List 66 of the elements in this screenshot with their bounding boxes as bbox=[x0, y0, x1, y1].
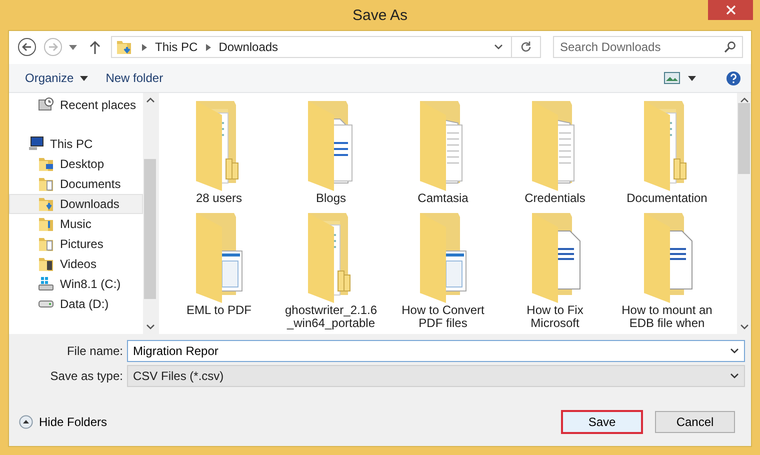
breadcrumb[interactable]: This PC bbox=[155, 40, 198, 54]
drive-icon bbox=[38, 300, 54, 308]
folder-name: Blogs bbox=[314, 192, 348, 205]
view-icon[interactable] bbox=[664, 72, 680, 84]
scroll-down-icon[interactable] bbox=[146, 324, 154, 330]
field-label: File name: bbox=[66, 344, 123, 358]
address-bar[interactable]: This PC Downloads bbox=[111, 36, 541, 58]
folder-icon bbox=[38, 236, 54, 252]
dropdown-chevron-icon[interactable] bbox=[494, 44, 503, 50]
drive-icon bbox=[38, 276, 54, 292]
file-name-field[interactable]: Migration Repor bbox=[127, 340, 745, 362]
folder-name: 28 users bbox=[194, 192, 244, 205]
folder-icon bbox=[38, 196, 54, 212]
folder-icon bbox=[38, 156, 54, 172]
folder-name: Documentation bbox=[626, 192, 708, 205]
close-button[interactable] bbox=[708, 0, 753, 20]
scroll-up-icon[interactable] bbox=[740, 97, 748, 103]
nav-item[interactable]: Recent places bbox=[9, 95, 143, 115]
scroll-up-icon[interactable] bbox=[146, 97, 154, 103]
scroll-down-icon[interactable] bbox=[740, 324, 748, 330]
folder-name: Credentials bbox=[524, 192, 586, 205]
nav-item[interactable]: Videos bbox=[9, 254, 143, 274]
nav-item[interactable]: Desktop bbox=[9, 154, 143, 174]
window-title: Save As bbox=[352, 6, 408, 24]
nav-item[interactable]: Pictures bbox=[9, 234, 143, 254]
dropdown-chevron-icon bbox=[730, 348, 739, 354]
organize-menu[interactable]: Organize bbox=[21, 69, 94, 87]
close-icon bbox=[726, 5, 736, 15]
folder-name: How to mount an EDB file when bbox=[620, 304, 714, 330]
downloads-folder-icon bbox=[116, 39, 134, 55]
collapse-icon bbox=[19, 415, 33, 429]
folder-name: Camtasia bbox=[416, 192, 470, 205]
folder-icon bbox=[38, 256, 54, 272]
help-icon[interactable] bbox=[726, 70, 741, 86]
scrollbar[interactable] bbox=[143, 93, 157, 334]
search-field[interactable]: Search Downloads bbox=[553, 36, 743, 58]
caret-icon bbox=[80, 76, 88, 80]
folder-name: How to Fix Microsoft bbox=[526, 304, 584, 330]
caret-icon[interactable] bbox=[688, 76, 696, 80]
chevron-icon bbox=[142, 44, 147, 50]
up-arrow-icon[interactable] bbox=[89, 40, 101, 54]
cancel-button[interactable]: Cancel bbox=[655, 411, 735, 433]
file-type-dropdown[interactable]: CSV Files (*.csv) bbox=[127, 365, 745, 387]
nav-item[interactable]: Downloads bbox=[9, 194, 143, 214]
clock-icon bbox=[38, 97, 54, 113]
folder-name: ghostwriter_2.1.6 _win64_portable bbox=[284, 304, 378, 330]
save-button[interactable]: Save bbox=[561, 410, 643, 434]
nav-item[interactable]: Documents bbox=[9, 174, 143, 194]
folder-icon bbox=[38, 176, 54, 192]
refresh-icon[interactable] bbox=[520, 41, 532, 53]
folder-name: EML to PDF bbox=[186, 304, 252, 317]
folder-name: How to Convert PDF files bbox=[400, 304, 486, 330]
nav-item[interactable]: Win8.1 (C:) bbox=[9, 274, 143, 294]
breadcrumb[interactable]: Downloads bbox=[218, 40, 278, 54]
dropdown-chevron-icon bbox=[730, 373, 739, 379]
field-label: Save as type: bbox=[49, 369, 123, 383]
new-folder-button[interactable]: New folder bbox=[102, 69, 170, 87]
scrollbar[interactable] bbox=[737, 93, 751, 334]
hide-folders-button[interactable]: Hide Folders bbox=[19, 415, 108, 429]
nav-item[interactable]: This PC bbox=[9, 134, 143, 154]
computer-icon bbox=[28, 136, 44, 152]
folder-icon bbox=[38, 216, 54, 232]
nav-item[interactable]: Music bbox=[9, 214, 143, 234]
search-icon bbox=[724, 41, 736, 53]
chevron-icon bbox=[206, 44, 211, 50]
nav-item[interactable]: Data (D:) bbox=[9, 294, 143, 314]
